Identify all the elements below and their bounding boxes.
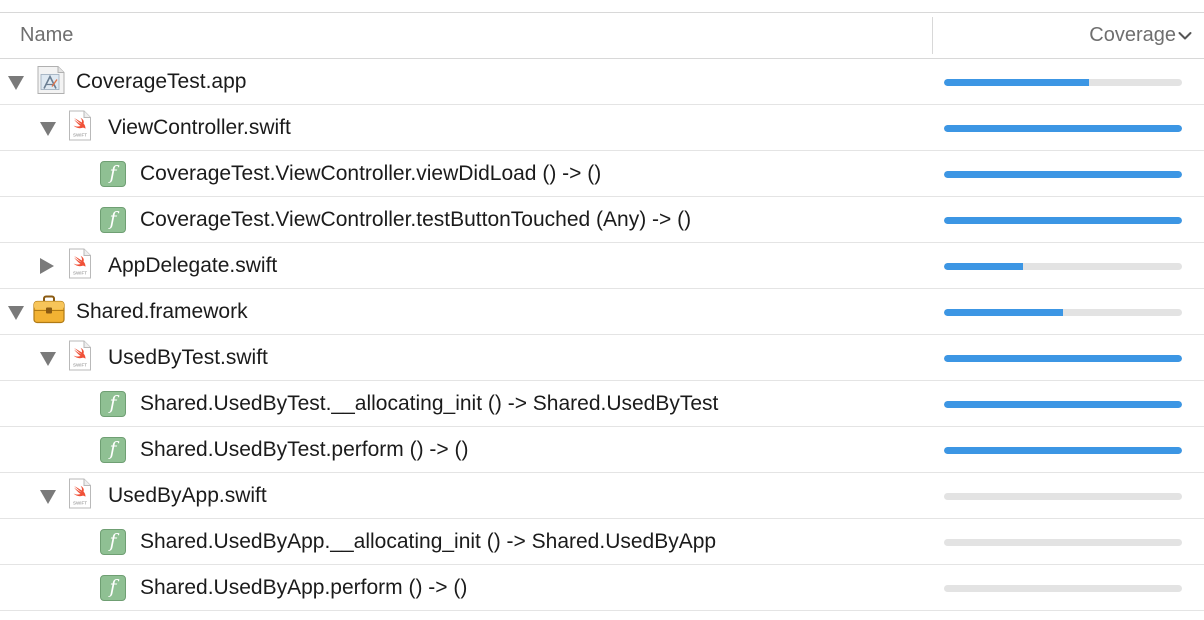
coverage-bar-fill (944, 262, 1023, 270)
svg-text:SWIFT: SWIFT (73, 362, 87, 367)
table-row[interactable]: CoverageTest.app (0, 59, 1204, 105)
function-icon: f (100, 160, 126, 187)
function-icon: f (100, 574, 126, 601)
row-label: Shared.UsedByTest.__allocating_init () -… (140, 391, 719, 415)
swift-file-icon: SWIFT (68, 477, 92, 514)
table-row[interactable]: f Shared.UsedByTest.perform () -> () (0, 427, 1204, 473)
function-icon: f (100, 390, 126, 417)
disclosure-triangle-open-icon[interactable] (8, 75, 24, 90)
disclosure-triangle-open-icon[interactable] (40, 121, 56, 136)
function-icon: f (100, 436, 126, 463)
name-column-header[interactable]: Name (20, 24, 73, 47)
coverage-bar-fill (944, 354, 1182, 362)
swift-file-icon: SWIFT (68, 247, 92, 284)
function-glyph: f (100, 160, 126, 187)
coverage-bar-fill (944, 124, 1182, 132)
coverage-bar (944, 262, 1182, 270)
table-row[interactable]: f CoverageTest.ViewController.viewDidLoad… (0, 151, 1204, 197)
table-row[interactable]: SWIFT AppDelegate.swift (0, 243, 1204, 289)
coverage-column-header[interactable]: Coverage (1089, 24, 1192, 47)
coverage-bar (944, 538, 1182, 546)
svg-text:SWIFT: SWIFT (73, 132, 87, 137)
coverage-bar-fill (944, 170, 1182, 178)
coverage-bar (944, 78, 1182, 86)
row-label: Shared.UsedByApp.perform () -> () (140, 575, 468, 599)
function-glyph: f (100, 528, 126, 555)
coverage-bar-fill (944, 400, 1182, 408)
function-glyph: f (100, 390, 126, 417)
coverage-bar (944, 400, 1182, 408)
coverage-bar (944, 170, 1182, 178)
row-label: Shared.UsedByApp.__allocating_init () ->… (140, 529, 717, 553)
function-icon: f (100, 206, 126, 233)
coverage-bar-fill (944, 308, 1063, 316)
row-label: Shared.framework (76, 299, 248, 323)
swift-file-icon: SWIFT (68, 339, 92, 376)
function-glyph: f (100, 574, 126, 601)
coverage-bar (944, 584, 1182, 592)
coverage-column-label: Coverage (1089, 24, 1176, 46)
svg-text:SWIFT: SWIFT (73, 500, 87, 505)
coverage-bar-fill (944, 216, 1182, 224)
disclosure-triangle-closed-icon[interactable] (40, 257, 54, 274)
coverage-table: Name Coverage CoverageTest.app SWIFT Vie… (0, 0, 1204, 611)
row-label: Shared.UsedByTest.perform () -> () (140, 437, 469, 461)
disclosure-triangle-open-icon[interactable] (40, 489, 56, 504)
row-label: CoverageTest.ViewController.testButtonTo… (140, 207, 692, 231)
framework-icon (32, 294, 66, 329)
app-icon (36, 63, 66, 100)
table-header: Name Coverage (0, 12, 1204, 59)
row-label: UsedByTest.swift (108, 345, 268, 369)
coverage-bar-fill (944, 446, 1182, 454)
column-divider[interactable] (932, 17, 933, 54)
table-row[interactable]: Shared.framework (0, 289, 1204, 335)
top-spacer (0, 0, 1204, 12)
table-row[interactable]: f CoverageTest.ViewController.testButtonT… (0, 197, 1204, 243)
coverage-bar (944, 124, 1182, 132)
coverage-bar-fill (944, 78, 1090, 86)
disclosure-triangle-open-icon[interactable] (8, 305, 24, 320)
table-body: CoverageTest.app SWIFT ViewController.sw… (0, 59, 1204, 611)
swift-file-icon: SWIFT (68, 109, 92, 146)
svg-text:SWIFT: SWIFT (73, 270, 87, 275)
row-label: AppDelegate.swift (108, 253, 278, 277)
chevron-down-icon (1178, 24, 1192, 47)
table-row[interactable]: f Shared.UsedByTest.__allocating_init () … (0, 381, 1204, 427)
row-label: CoverageTest.ViewController.viewDidLoad … (140, 161, 602, 185)
function-glyph: f (100, 206, 126, 233)
row-label: ViewController.swift (108, 115, 291, 139)
table-row[interactable]: SWIFT UsedByApp.swift (0, 473, 1204, 519)
row-label: CoverageTest.app (76, 69, 247, 93)
table-row[interactable]: f Shared.UsedByApp.__allocating_init () -… (0, 519, 1204, 565)
table-row[interactable]: SWIFT ViewController.swift (0, 105, 1204, 151)
coverage-bar (944, 446, 1182, 454)
disclosure-triangle-open-icon[interactable] (40, 351, 56, 366)
row-label: UsedByApp.swift (108, 483, 267, 507)
table-row[interactable]: SWIFT UsedByTest.swift (0, 335, 1204, 381)
coverage-bar (944, 308, 1182, 316)
coverage-bar (944, 492, 1182, 500)
table-row[interactable]: f Shared.UsedByApp.perform () -> () (0, 565, 1204, 611)
function-icon: f (100, 528, 126, 555)
coverage-bar (944, 216, 1182, 224)
function-glyph: f (100, 436, 126, 463)
coverage-bar (944, 354, 1182, 362)
